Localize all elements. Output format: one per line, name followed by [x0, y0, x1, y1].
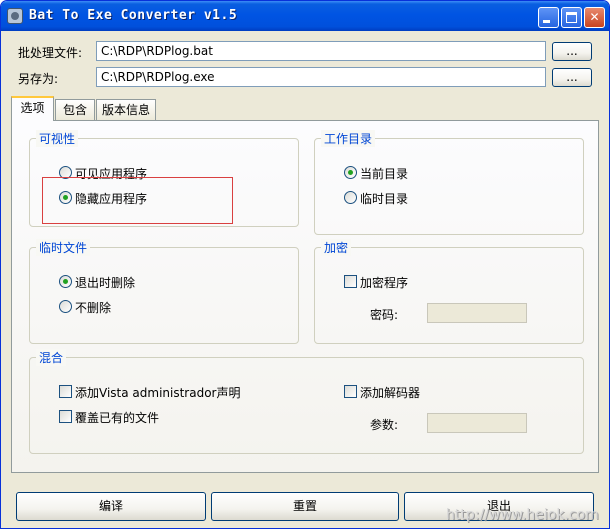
minimize-button[interactable]	[538, 7, 559, 28]
password-input[interactable]	[427, 303, 527, 323]
highlight-box	[42, 177, 233, 224]
workdir-group-title: 工作目录	[321, 130, 376, 147]
tempfiles-group: 临时文件 退出时删除 不删除	[29, 239, 299, 344]
overwrite-checkbox[interactable]	[59, 410, 72, 423]
encrypt-group-title: 加密	[321, 239, 352, 256]
visibility-group-title: 可视性	[36, 130, 79, 147]
overwrite-label[interactable]: 覆盖已有的文件	[75, 409, 159, 426]
tempfiles-group-title: 临时文件	[36, 239, 91, 256]
params-label: 参数:	[370, 418, 399, 432]
maximize-icon	[566, 12, 577, 23]
batch-file-input[interactable]: C:\RDP\RDPlog.bat	[96, 41, 546, 61]
add-admin-label[interactable]: 添加Vista administrador声明	[75, 384, 240, 401]
add-admin-checkbox[interactable]	[59, 385, 72, 398]
encrypt-label[interactable]: 加密程序	[360, 274, 408, 291]
tab-version-info[interactable]: 版本信息	[96, 99, 156, 120]
save-as-label: 另存为:	[18, 72, 59, 86]
current-dir-label[interactable]: 当前目录	[360, 165, 408, 182]
add-decoder-checkbox[interactable]	[344, 385, 357, 398]
maximize-button[interactable]	[561, 7, 582, 28]
params-input[interactable]	[427, 413, 527, 433]
misc-group: 混合 添加Vista administrador声明 覆盖已有的文件 添加解码器…	[29, 349, 584, 454]
no-delete-radio[interactable]	[59, 300, 72, 313]
compile-button[interactable]: 编译	[16, 492, 206, 521]
delete-on-exit-radio[interactable]	[59, 275, 72, 288]
workdir-group: 工作目录 当前目录 临时目录	[314, 130, 584, 235]
app-icon	[7, 8, 23, 24]
temp-dir-radio[interactable]	[344, 191, 357, 204]
watermark-text: http://www.heiok.com	[446, 507, 599, 523]
close-icon: ✕	[589, 10, 600, 24]
close-button[interactable]: ✕	[584, 7, 605, 28]
misc-group-title: 混合	[36, 349, 67, 366]
minimize-icon	[543, 20, 550, 23]
current-dir-radio[interactable]	[344, 166, 357, 179]
encrypt-checkbox[interactable]	[344, 275, 357, 288]
delete-on-exit-label[interactable]: 退出时删除	[75, 274, 135, 291]
tab-options[interactable]: 选项	[11, 96, 54, 121]
password-label: 密码:	[370, 308, 399, 322]
window-title: Bat To Exe Converter v1.5	[29, 8, 238, 23]
options-panel: 可视性 可见应用程序 隐藏应用程序 工作目录 当前目录 临时目录 临时文件 退出…	[11, 120, 599, 473]
browse-batch-button[interactable]: ...	[552, 42, 592, 61]
tab-include[interactable]: 包含	[55, 99, 95, 120]
title-bar[interactable]: Bat To Exe Converter v1.5 ✕	[1, 1, 609, 31]
browse-saveas-button[interactable]: ...	[552, 68, 592, 87]
temp-dir-label[interactable]: 临时目录	[360, 190, 408, 207]
encrypt-group: 加密 加密程序 密码:	[314, 239, 584, 344]
batch-file-label: 批处理文件:	[18, 46, 83, 60]
main-window: Bat To Exe Converter v1.5 ✕ 批处理文件: C:\RD…	[0, 0, 610, 529]
save-as-input[interactable]: C:\RDP\RDPlog.exe	[96, 67, 546, 87]
add-decoder-label[interactable]: 添加解码器	[360, 384, 420, 401]
no-delete-label[interactable]: 不删除	[75, 299, 111, 316]
reset-button[interactable]: 重置	[211, 492, 399, 521]
